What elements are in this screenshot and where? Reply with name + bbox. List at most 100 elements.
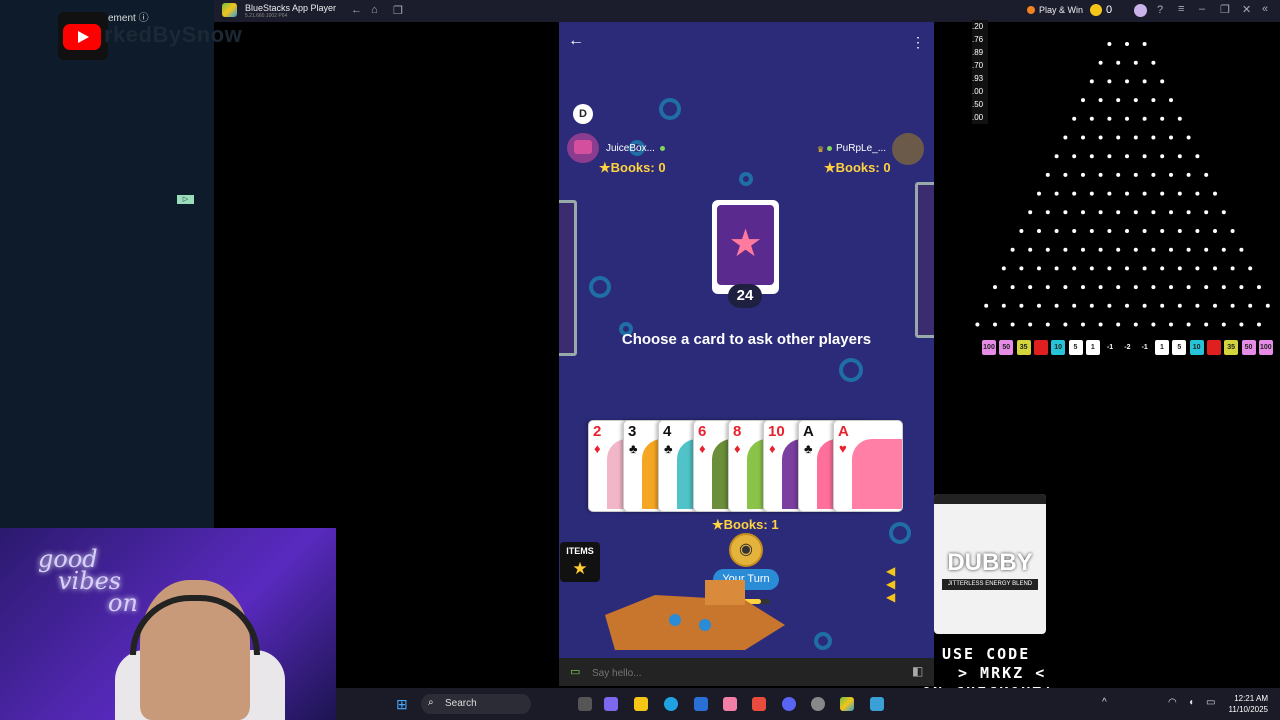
- back-arrow-button[interactable]: ←: [568, 32, 584, 50]
- ad-choices-icon[interactable]: ▷: [177, 195, 194, 204]
- more-options-icon[interactable]: ⋮: [911, 34, 925, 51]
- plinko-slot: [1206, 340, 1221, 355]
- card-suit-icon: ♦: [769, 441, 776, 456]
- turn-prompt: Choose a card to ask other players: [621, 331, 872, 348]
- card-suit-icon: ♦: [734, 441, 741, 456]
- plinko-slot: -1: [1103, 340, 1118, 355]
- taskbar-search-label: Search: [445, 698, 477, 709]
- stream-left-panel: [0, 0, 214, 528]
- fish-school-icon: ◀ ◀ ◀: [886, 564, 896, 604]
- multi-instance-icon[interactable]: ❐: [393, 4, 403, 17]
- starfish-icon: ★: [599, 160, 611, 175]
- ad-label: ement ⓘ: [108, 13, 149, 24]
- window-title: BlueStacks App Player: [245, 3, 337, 13]
- clock-time: 12:21 AM: [1234, 694, 1268, 703]
- crown-icon: ♛: [817, 145, 825, 154]
- neon-sign-line: on: [108, 589, 138, 617]
- task-view-icon[interactable]: [578, 697, 592, 711]
- plinko-slot: 5: [1068, 340, 1083, 355]
- opponent-left-books-label: Books: 0: [610, 160, 666, 175]
- store-icon[interactable]: [694, 697, 708, 711]
- opponent-right-books: ★Books: 0: [824, 160, 891, 176]
- back-arrow-icon[interactable]: ←: [351, 4, 362, 16]
- deck-count: 24: [728, 284, 762, 308]
- right-opponent-cards: [915, 182, 934, 338]
- bluestacks-taskbar-icon[interactable]: [840, 697, 854, 711]
- card-suit-icon: ♥: [839, 441, 847, 456]
- starfish-icon: ★: [728, 223, 763, 265]
- opponent-left-name: JuiceBox...: [606, 143, 655, 154]
- home-icon[interactable]: ⌂: [371, 4, 378, 16]
- card-rank: 2: [593, 423, 602, 440]
- plinko-slot: 1: [1085, 340, 1100, 355]
- plinko-slot: 10: [1051, 340, 1066, 355]
- plinko-slot: 50: [999, 340, 1014, 355]
- card-rank: 10: [768, 423, 785, 440]
- chat-input[interactable]: [590, 662, 894, 684]
- discord-icon[interactable]: [782, 697, 796, 711]
- app-icon[interactable]: [723, 697, 737, 711]
- clock-date: 11/10/2025: [1228, 705, 1268, 714]
- card-suit-icon: ♣: [629, 441, 638, 456]
- plinko-slot: 35: [1016, 340, 1031, 355]
- wifi-icon[interactable]: ◠: [1168, 697, 1177, 708]
- promo-line-1: USE CODE: [942, 645, 1031, 663]
- card-suit-icon: ♣: [664, 441, 673, 456]
- card-rank: 8: [733, 423, 742, 440]
- draw-deck[interactable]: ★: [712, 200, 779, 294]
- card-suit-icon: ♦: [699, 441, 706, 456]
- channel-watermark: rkedBySnow: [104, 22, 243, 47]
- my-books-label: Books: 1: [723, 517, 779, 532]
- card-rank: A: [803, 423, 814, 440]
- card-rank: 4: [663, 423, 672, 440]
- starfish-icon: ★: [712, 517, 724, 532]
- app-version: 5.21.660.1002 P64: [245, 13, 288, 19]
- online-status-icon: [827, 146, 832, 151]
- chat-icon[interactable]: ▭: [570, 665, 580, 678]
- taskbar-clock[interactable]: 12:21 AM 11/10/2025: [1224, 693, 1268, 715]
- volume-icon[interactable]: ◖: [1188, 697, 1194, 708]
- plinko-slot: 35: [1224, 340, 1239, 355]
- my-books: ★Books: 1: [712, 517, 779, 533]
- plinko-slot: -2: [1120, 340, 1135, 355]
- bluestacks-logo-icon: [222, 3, 237, 17]
- battery-icon[interactable]: ▭: [1206, 697, 1215, 708]
- starfish-icon: ★: [824, 160, 836, 175]
- player-hand: 2 ♦ 3 ♣ 4 ♣ 6 ♦ 8 ♦ 10 ♦ A ♣ A ♥: [588, 420, 903, 512]
- neon-sign: good vibes on: [38, 547, 138, 617]
- promo-line-2: > MRKZ <: [958, 664, 1047, 682]
- youtube-logo-icon: [58, 12, 108, 60]
- app-icon[interactable]: [752, 697, 766, 711]
- plinko-slot: 10: [1189, 340, 1204, 355]
- sunken-ship-decoration: [605, 580, 785, 650]
- items-label: ITEMS: [566, 546, 594, 556]
- opponent-right-books-label: Books: 0: [835, 160, 891, 175]
- opponent-right-avatar[interactable]: [892, 133, 924, 165]
- notepad-icon[interactable]: [870, 697, 884, 711]
- windows-start-icon[interactable]: ⊞: [396, 696, 408, 713]
- card-suit-icon: ♦: [594, 441, 601, 456]
- online-status-icon: [660, 146, 665, 151]
- system-tray-chevron-icon[interactable]: ^: [1102, 697, 1107, 708]
- edge-icon[interactable]: [664, 697, 678, 711]
- file-explorer-icon[interactable]: [634, 697, 648, 711]
- opponent-right-name: PuRpLe_...: [836, 143, 887, 154]
- hand-card[interactable]: A ♥: [833, 420, 903, 512]
- card-art: [852, 439, 902, 509]
- plinko-slot: 100: [982, 340, 996, 355]
- plinko-slots: 100 50 35 10 5 1 -1 -2 -1 1 5 10 35 50 100: [972, 0, 1280, 360]
- sticker-icon[interactable]: ◧: [912, 664, 923, 678]
- opponent-left-avatar[interactable]: [567, 133, 599, 163]
- dealer-badge: D: [573, 104, 593, 124]
- plinko-slot: -1: [1137, 340, 1152, 355]
- teams-icon[interactable]: [604, 697, 618, 711]
- my-avatar[interactable]: ◉: [729, 533, 763, 567]
- product-brand: DUBBY: [947, 549, 1033, 576]
- search-icon: ⌕: [428, 697, 434, 708]
- card-suit-icon: ♣: [804, 441, 813, 456]
- product-band: JITTERLESS ENERGY BLEND: [942, 579, 1038, 590]
- card-rank: A: [838, 423, 849, 440]
- card-rank: 6: [698, 423, 707, 440]
- app-icon[interactable]: [811, 697, 825, 711]
- energy-drink-product: DUBBY JITTERLESS ENERGY BLEND: [934, 494, 1046, 634]
